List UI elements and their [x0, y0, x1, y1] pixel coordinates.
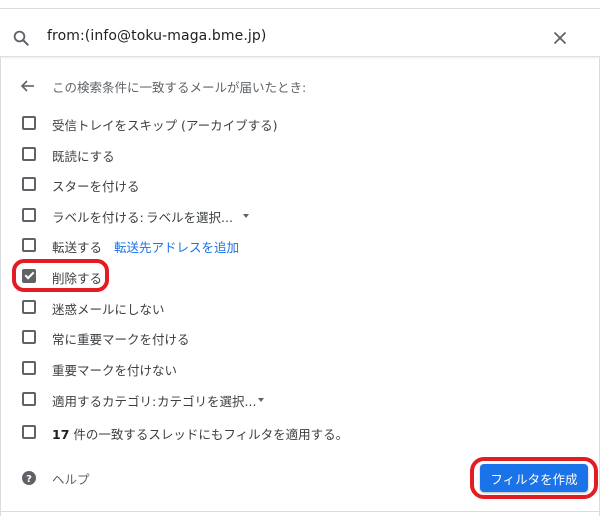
option-star[interactable]: スターを付ける	[0, 173, 600, 195]
apply-existing-label: 件の一致するスレッドにもフィルタを適用する。	[69, 427, 349, 442]
add-forward-address-link[interactable]: 転送先アドレスを追加	[114, 237, 239, 256]
option-label: 17 件の一致するスレッドにもフィルタを適用する。	[52, 424, 348, 443]
chevron-down-icon	[258, 398, 264, 402]
criteria-header-label: この検索条件に一致するメールが届いたとき:	[52, 80, 307, 95]
criteria-header: この検索条件に一致するメールが届いたとき:	[0, 74, 600, 98]
option-forward[interactable]: 転送する 転送先アドレスを追加	[0, 234, 600, 256]
option-label: 迷惑メールにしない	[52, 302, 165, 317]
option-never-spam[interactable]: 迷惑メールにしない	[0, 296, 600, 318]
category-checkbox[interactable]	[22, 392, 36, 406]
search-input[interactable]: from:(info@toku-maga.bme.jp)	[47, 28, 266, 44]
search-icon	[13, 30, 29, 46]
option-never-important[interactable]: 重要マークを付けない	[0, 357, 600, 379]
option-label: 常に重要マークを付ける	[52, 332, 190, 347]
forward-checkbox[interactable]	[22, 238, 36, 252]
close-icon[interactable]	[552, 30, 568, 46]
option-always-important[interactable]: 常に重要マークを付ける	[0, 326, 600, 348]
option-label: 重要マークを付けない	[52, 363, 178, 378]
option-label: 転送する	[52, 240, 103, 255]
option-label: ラベルを付ける:	[52, 210, 144, 225]
never-spam-checkbox[interactable]	[22, 300, 36, 314]
search-bar[interactable]: from:(info@toku-maga.bme.jp)	[0, 17, 600, 57]
option-apply-existing[interactable]: 17 件の一致するスレッドにもフィルタを適用する。	[0, 421, 600, 443]
category-select[interactable]: カテゴリを選択...	[157, 391, 256, 410]
option-apply-label[interactable]: ラベルを付ける: ラベルを選択...	[0, 204, 600, 226]
delete-highlight	[12, 259, 109, 292]
option-label: 受信トレイをスキップ (アーカイブする)	[52, 118, 278, 133]
thread-count: 17	[52, 427, 70, 442]
apply-label-checkbox[interactable]	[22, 208, 36, 222]
always-important-checkbox[interactable]	[22, 330, 36, 344]
label-select[interactable]: ラベルを選択...	[146, 207, 233, 226]
chevron-down-icon	[243, 214, 249, 218]
option-label: スターを付ける	[52, 179, 140, 194]
arrow-back-icon[interactable]	[20, 78, 36, 94]
option-label: 既読にする	[52, 149, 115, 164]
create-filter-button[interactable]: フィルタを作成	[480, 464, 588, 492]
option-label: 適用するカテゴリ:	[52, 394, 157, 409]
option-mark-read[interactable]: 既読にする	[0, 143, 600, 165]
option-category[interactable]: 適用するカテゴリ: カテゴリを選択...	[0, 388, 600, 410]
star-checkbox[interactable]	[22, 177, 36, 191]
top-divider	[0, 8, 600, 9]
never-important-checkbox[interactable]	[22, 361, 36, 375]
mark-read-checkbox[interactable]	[22, 147, 36, 161]
skip-inbox-checkbox[interactable]	[22, 116, 36, 130]
svg-text:?: ?	[26, 474, 32, 485]
help-icon[interactable]: ?	[21, 470, 37, 486]
option-skip-inbox[interactable]: 受信トレイをスキップ (アーカイブする)	[0, 112, 600, 134]
help-link[interactable]: ヘルプ	[52, 469, 90, 488]
apply-existing-checkbox[interactable]	[22, 425, 36, 439]
panel-bottom-border	[0, 511, 600, 512]
